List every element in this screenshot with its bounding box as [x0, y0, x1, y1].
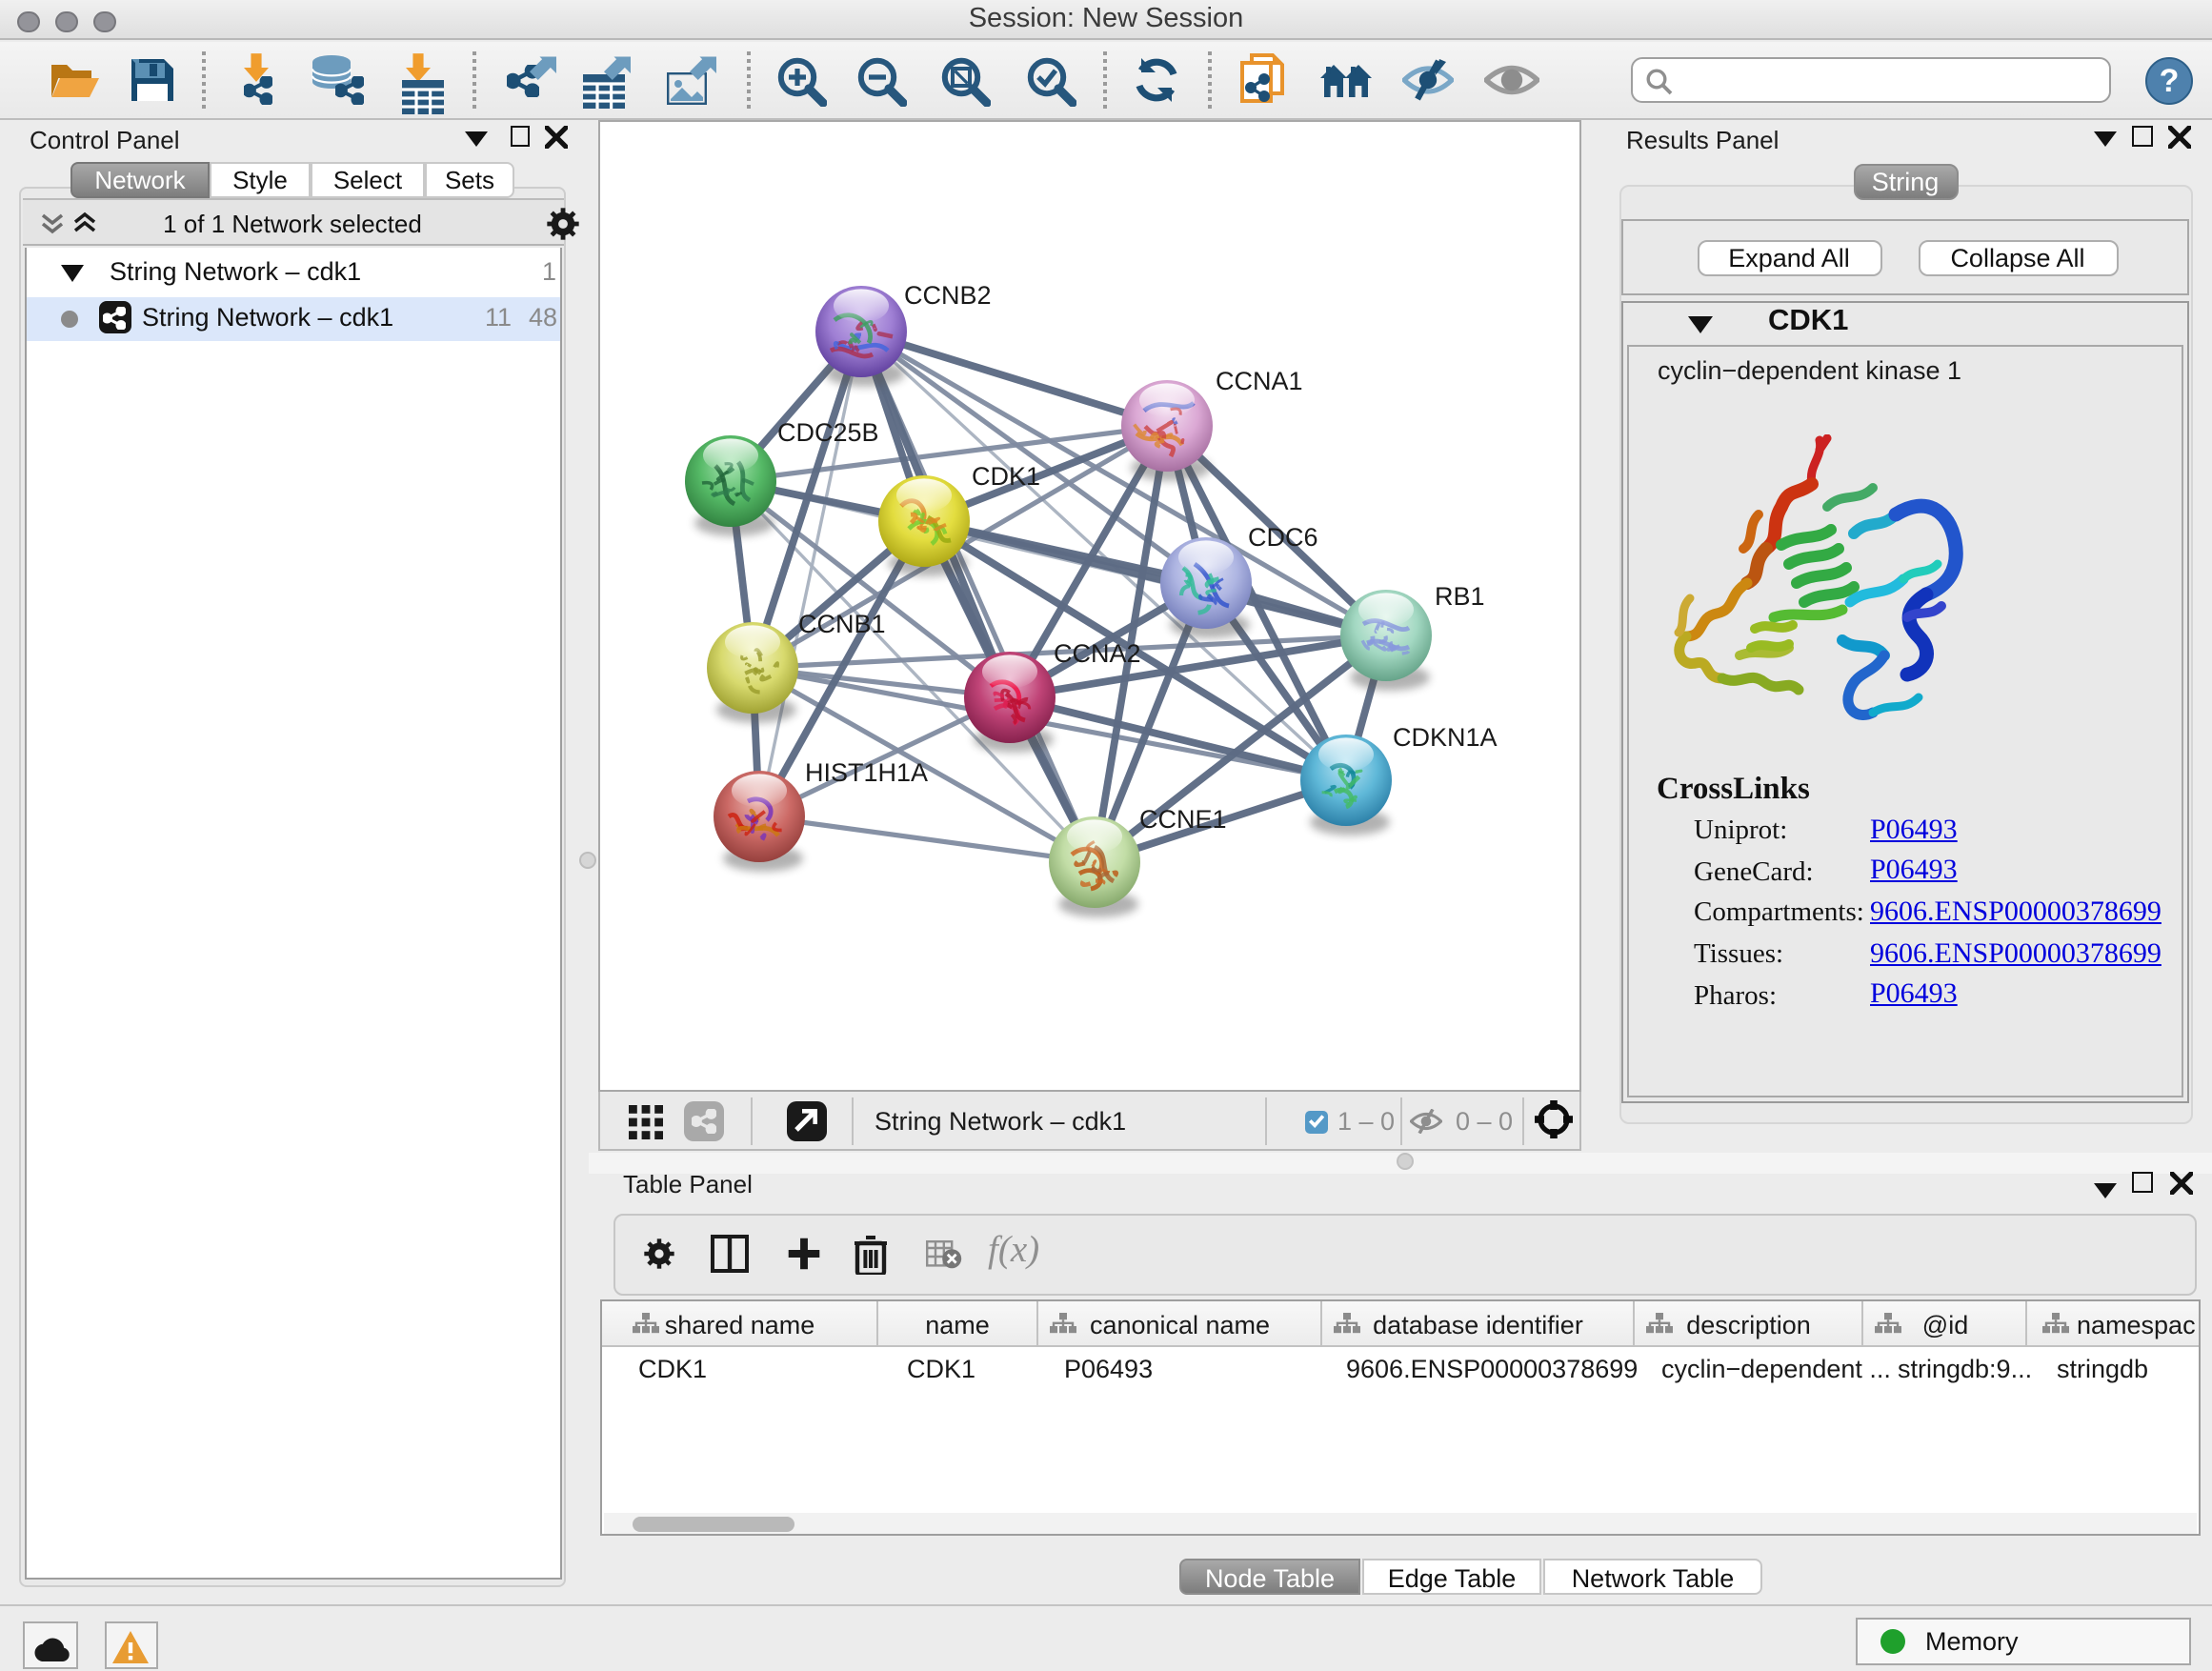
svg-text:CDK1: CDK1	[972, 462, 1040, 491]
svg-text:CCNB2: CCNB2	[904, 281, 992, 310]
svg-text:HIST1H1A: HIST1H1A	[805, 758, 928, 787]
svg-text:RB1: RB1	[1435, 582, 1485, 611]
svg-text:CCNB1: CCNB1	[798, 610, 886, 638]
svg-text:CDC6: CDC6	[1248, 523, 1318, 552]
svg-text:CDC25B: CDC25B	[777, 418, 879, 447]
svg-text:CCNA2: CCNA2	[1054, 639, 1141, 668]
svg-text:CCNA1: CCNA1	[1216, 367, 1303, 395]
svg-text:CCNE1: CCNE1	[1139, 805, 1227, 834]
svg-text:CDKN1A: CDKN1A	[1393, 723, 1498, 752]
